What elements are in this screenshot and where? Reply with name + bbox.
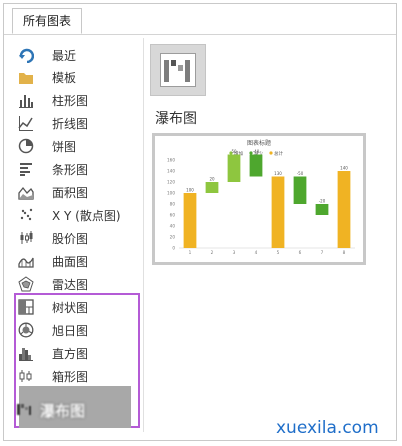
sidebar-item-label: 箱形图 (52, 370, 89, 384)
sidebar-item-label: 模板 (52, 71, 77, 85)
y-tick-label: 140 (167, 169, 175, 174)
radar-chart-icon (18, 276, 34, 292)
sidebar-item-label: 旭日图 (52, 324, 89, 338)
tab-bar: 所有图表 (4, 4, 396, 35)
y-tick-label: 120 (167, 180, 175, 185)
chart-preview[interactable]: 图表标题增加减少总计020406080100120140160100120250… (152, 133, 366, 265)
sidebar-item-label: 饼图 (52, 140, 77, 154)
line-chart-icon (18, 115, 34, 131)
legend-marker (269, 151, 273, 155)
sidebar-item-area-chart[interactable]: 面积图 (12, 181, 136, 203)
legend-label: 总计 (274, 150, 283, 157)
waterfall-bar (227, 154, 241, 182)
data-label: 20 (209, 177, 215, 182)
sidebar-item-pie-chart[interactable]: 饼图 (12, 135, 136, 157)
sidebar-item-label: 曲面图 (52, 255, 89, 269)
y-tick-label: 80 (170, 202, 176, 207)
y-tick-label: 0 (172, 246, 175, 251)
chart-subtype-thumbnail[interactable] (150, 44, 206, 96)
sidebar-item-line-chart[interactable]: 折线图 (12, 112, 136, 134)
sidebar-item-histogram-chart[interactable]: 直方图 (12, 342, 136, 364)
waterfall-bar (293, 176, 307, 204)
y-tick-label: 60 (170, 213, 176, 218)
sidebar-item-sunburst-chart[interactable]: 旭日图 (12, 319, 136, 341)
y-tick-label: 40 (170, 224, 176, 229)
folder-icon (18, 69, 34, 85)
data-label: 50 (231, 149, 237, 154)
data-label: 100 (186, 188, 194, 193)
sidebar-item-recent[interactable]: 最近 (12, 44, 136, 66)
tab-all-charts[interactable]: 所有图表 (12, 8, 83, 34)
waterfall-bar (337, 171, 351, 248)
sidebar-item-label: 折线图 (52, 117, 89, 131)
data-label: 130 (274, 171, 282, 176)
data-label: -40 (253, 149, 260, 154)
panel-divider (143, 38, 144, 432)
column-chart-icon (18, 92, 34, 108)
sidebar-item-label: 柱形图 (52, 94, 89, 108)
data-label: 140 (340, 166, 348, 171)
x-tick-label: 1 (189, 250, 192, 255)
box-whisker-chart-icon (18, 368, 34, 384)
x-tick-label: 5 (277, 250, 280, 255)
waterfall-bar (271, 176, 285, 248)
sidebar-item-column-chart[interactable]: 柱形图 (12, 89, 136, 111)
x-tick-label: 3 (233, 250, 236, 255)
sidebar-item-label: 最近 (52, 49, 77, 63)
data-label: -20 (319, 199, 326, 204)
sidebar-item-radar-chart[interactable]: 雷达图 (12, 273, 136, 295)
y-tick-label: 160 (167, 158, 175, 163)
y-tick-label: 20 (170, 235, 176, 240)
sidebar-item-scatter-chart[interactable]: X Y (散点图) (12, 204, 136, 226)
stock-chart-icon (18, 230, 34, 246)
scatter-chart-icon (18, 207, 34, 223)
waterfall-bar (315, 204, 329, 215)
treemap-chart-icon (18, 299, 34, 315)
area-chart-icon (18, 184, 34, 200)
waterfall-bar (183, 193, 197, 248)
chart-type-title: 瀑布图 (155, 111, 197, 127)
chart-title: 图表标题 (247, 139, 271, 147)
recent-icon (18, 47, 35, 64)
sidebar-item-treemap-chart[interactable]: 树状图 (12, 296, 136, 318)
sidebar-item-surface-chart[interactable]: 曲面图 (12, 250, 136, 272)
sidebar-item-folder[interactable]: 模板 (12, 66, 136, 88)
sidebar-item-stock-chart[interactable]: 股价图 (12, 227, 136, 249)
sidebar-item-label: 瀑布图 (40, 402, 86, 420)
sunburst-chart-icon (18, 322, 34, 338)
bar-chart-icon (18, 161, 34, 177)
sidebar-item-bar-chart[interactable]: 条形图 (12, 158, 136, 180)
sidebar-item-waterfall-chart[interactable]: 瀑布图 (12, 390, 136, 430)
waterfall-chart: 图表标题增加减少总计020406080100120140160100120250… (167, 139, 355, 255)
sidebar-item-label: 雷达图 (52, 278, 89, 292)
waterfall-bar (205, 182, 219, 193)
sidebar-item-label: X Y (散点图) (52, 209, 121, 223)
sidebar-item-label: 直方图 (52, 347, 89, 361)
x-tick-label: 2 (211, 250, 214, 255)
pie-chart-icon (18, 138, 34, 154)
waterfall-chart-icon (16, 400, 32, 416)
surface-chart-icon (18, 253, 34, 269)
waterfall-thumbnail-graphic (164, 60, 190, 82)
x-tick-label: 7 (321, 250, 324, 255)
x-tick-label: 6 (299, 250, 302, 255)
histogram-chart-icon (18, 345, 34, 361)
waterfall-thumbnail-icon (160, 53, 196, 87)
sidebar-item-label: 面积图 (52, 186, 89, 200)
sidebar-item-label: 条形图 (52, 163, 89, 177)
waterfall-bar (249, 154, 263, 177)
x-tick-label: 4 (255, 250, 258, 255)
sidebar-item-label: 树状图 (52, 301, 89, 315)
x-tick-label: 8 (343, 250, 346, 255)
sidebar-item-label: 股价图 (52, 232, 89, 246)
sidebar-item-box-whisker-chart[interactable]: 箱形图 (12, 365, 136, 387)
y-tick-label: 100 (167, 191, 175, 196)
watermark-text: xuexila.com (276, 418, 379, 438)
data-label: -50 (297, 171, 304, 176)
